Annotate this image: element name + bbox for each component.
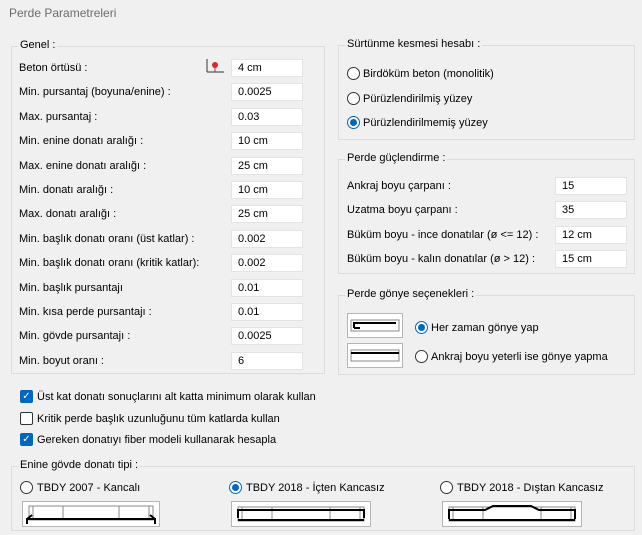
genel-input-1[interactable]: 0.0025 bbox=[231, 83, 303, 101]
gonye-always-diagram bbox=[347, 313, 403, 338]
gonye-conditional-diagram bbox=[347, 343, 403, 368]
radio-puruzlendirilmemis-label[interactable]: Pürüzlendirilmemiş yüzey bbox=[363, 117, 488, 129]
genel-label-12: Min. boyut oranı : bbox=[19, 355, 104, 367]
genel-input-8[interactable]: 0.002 bbox=[231, 254, 303, 272]
guclendirme-input-1[interactable]: 35 bbox=[555, 201, 627, 219]
radio-tbdy2018-distan[interactable] bbox=[440, 481, 453, 494]
group-surtunme-title: Sürtünme kesmesi hesabı : bbox=[345, 38, 483, 50]
checkbox-fiber-model[interactable]: ✓ bbox=[20, 433, 33, 446]
radio-birdokum-label[interactable]: Birdöküm beton (monolitik) bbox=[363, 68, 494, 80]
genel-input-10[interactable]: 0.01 bbox=[231, 303, 303, 321]
genel-input-6[interactable]: 25 cm bbox=[231, 205, 303, 223]
group-guclendirme-title: Perde güçlendirme : bbox=[345, 152, 448, 164]
genel-input-4[interactable]: 25 cm bbox=[231, 157, 303, 175]
radio-tbdy2018-distan-label[interactable]: TBDY 2018 - Dıştan Kancasız bbox=[457, 482, 604, 494]
genel-label-7: Min. başlık donatı oranı (üst katlar) : bbox=[19, 233, 195, 245]
checkbox-kritik-perde[interactable] bbox=[20, 412, 33, 425]
genel-label-6: Max. donatı aralığı : bbox=[19, 208, 117, 220]
guclendirme-label-2: Büküm boyu - ince donatılar (ø <= 12) : bbox=[347, 229, 539, 241]
genel-input-7[interactable]: 0.002 bbox=[231, 230, 303, 248]
radio-gonye-always-label[interactable]: Her zaman gönye yap bbox=[431, 322, 539, 334]
genel-input-3[interactable]: 10 cm bbox=[231, 132, 303, 150]
guclendirme-input-0[interactable]: 15 bbox=[555, 177, 627, 195]
genel-label-9: Min. başlık pursantajı bbox=[19, 282, 123, 294]
radio-puruzlendirilmemis[interactable] bbox=[347, 116, 360, 129]
radio-puruzlendirilmis-label[interactable]: Pürüzlendirilmiş yüzey bbox=[363, 93, 472, 105]
checkbox-ust-kat-label[interactable]: Üst kat donatı sonuçlarını alt katta min… bbox=[37, 391, 316, 403]
guclendirme-label-1: Uzatma boyu çarpanı : bbox=[347, 204, 458, 216]
genel-input-9[interactable]: 0.01 bbox=[231, 279, 303, 297]
window-title: Perde Parametreleri bbox=[9, 6, 117, 20]
genel-input-2[interactable]: 0.03 bbox=[231, 108, 303, 126]
tbdy2018-distan-diagram bbox=[442, 501, 582, 527]
tbdy2007-diagram bbox=[22, 501, 160, 527]
genel-label-3: Min. enine donatı aralığı : bbox=[19, 135, 144, 147]
group-genel-title: Genel : bbox=[18, 39, 58, 51]
radio-gonye-conditional[interactable] bbox=[415, 350, 428, 363]
radio-gonye-always[interactable] bbox=[415, 321, 428, 334]
guclendirme-label-0: Ankraj boyu çarpanı : bbox=[347, 180, 451, 192]
genel-label-8: Min. başlık donatı oranı (kritik katlar)… bbox=[19, 257, 200, 269]
genel-input-11[interactable]: 0.0025 bbox=[231, 327, 303, 345]
genel-label-10: Min. kısa perde pursantajı : bbox=[19, 306, 152, 318]
genel-input-12[interactable]: 6 bbox=[231, 352, 303, 370]
radio-tbdy2018-icten[interactable] bbox=[229, 481, 242, 494]
radio-birdokum[interactable] bbox=[347, 67, 360, 80]
checkbox-ust-kat[interactable]: ✓ bbox=[20, 390, 33, 403]
checkbox-kritik-perde-label[interactable]: Kritik perde başlık uzunluğunu tüm katla… bbox=[37, 413, 280, 425]
genel-label-1: Min. pursantaj (boyuna/enine) : bbox=[19, 86, 171, 98]
group-enine-title: Enine gövde donatı tipi : bbox=[18, 459, 141, 471]
guclendirme-input-3[interactable]: 15 cm bbox=[555, 250, 627, 268]
genel-label-5: Min. donatı aralığı : bbox=[19, 184, 114, 196]
genel-input-5[interactable]: 10 cm bbox=[231, 181, 303, 199]
genel-label-11: Min. gövde pursantajı : bbox=[19, 330, 131, 342]
radio-tbdy2007[interactable] bbox=[20, 481, 33, 494]
radio-gonye-conditional-label[interactable]: Ankraj boyu yeterli ise gönye yapma bbox=[431, 351, 608, 363]
checkbox-fiber-model-label[interactable]: Gereken donatıyı fiber modeli kullanarak… bbox=[37, 434, 276, 446]
genel-label-4: Max. enine donatı aralığı : bbox=[19, 160, 147, 172]
radio-tbdy2007-label[interactable]: TBDY 2007 - Kancalı bbox=[37, 482, 140, 494]
genel-label-0: Beton örtüsü : bbox=[19, 62, 88, 74]
genel-input-0[interactable]: 4 cm bbox=[231, 59, 303, 77]
radio-puruzlendirilmis[interactable] bbox=[347, 92, 360, 105]
genel-label-2: Max. pursantaj : bbox=[19, 111, 98, 123]
cover-icon[interactable] bbox=[204, 57, 226, 75]
tbdy2018-icten-diagram bbox=[231, 501, 371, 527]
guclendirme-input-2[interactable]: 12 cm bbox=[555, 226, 627, 244]
guclendirme-label-3: Büküm boyu - kalın donatılar (ø > 12) : bbox=[347, 253, 536, 265]
group-gonye-title: Perde gönye seçenekleri : bbox=[345, 288, 477, 300]
radio-tbdy2018-icten-label[interactable]: TBDY 2018 - İçten Kancasız bbox=[246, 482, 385, 494]
